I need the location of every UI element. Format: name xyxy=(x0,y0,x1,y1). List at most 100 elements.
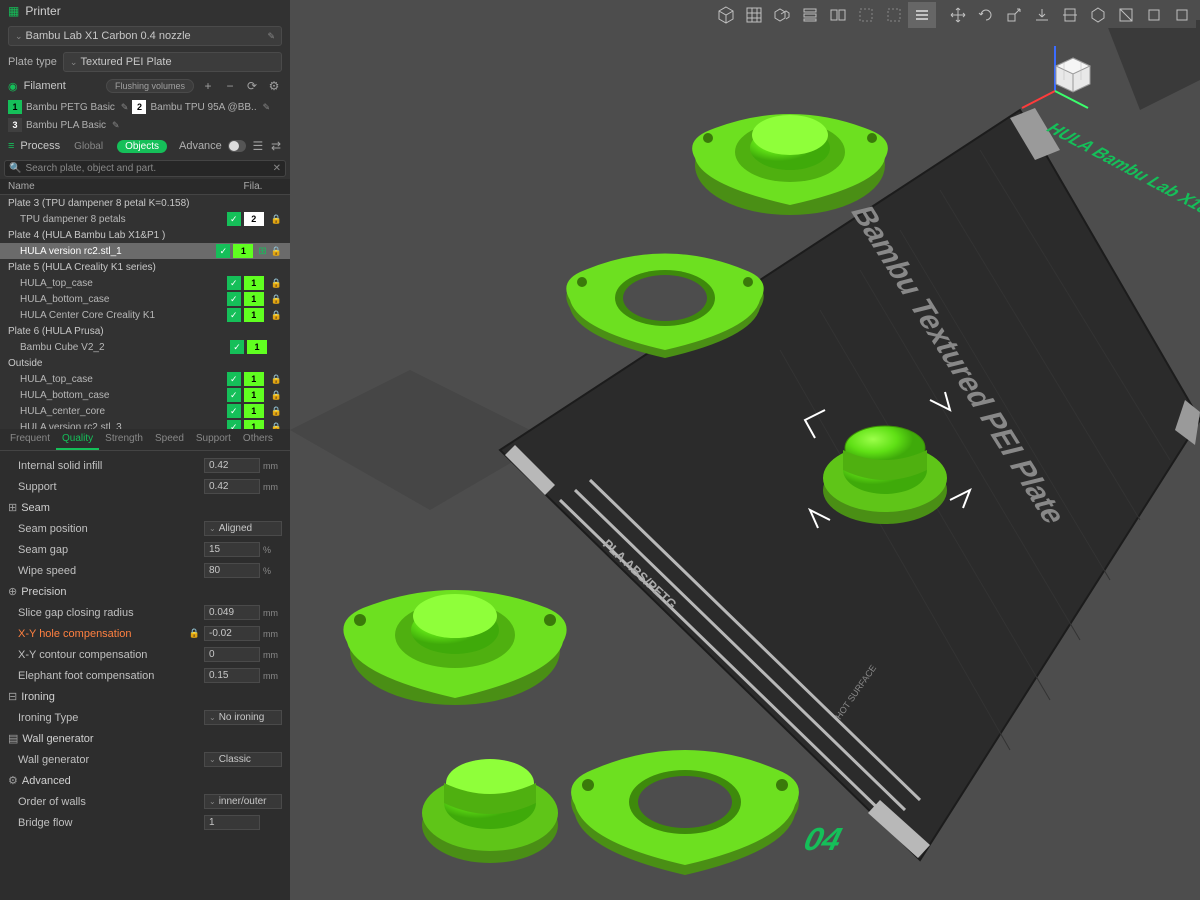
remove-filament-button[interactable]: − xyxy=(222,78,238,94)
support-input[interactable] xyxy=(204,479,260,494)
plate-type-dropdown[interactable]: ⌄Textured PEI Plate xyxy=(63,52,282,72)
cut-icon[interactable] xyxy=(1056,2,1084,28)
objects-chip[interactable]: Objects xyxy=(117,140,167,153)
tree-plate-row[interactable]: Plate 3 (TPU dampener 8 petal K=0.158) xyxy=(0,195,290,211)
lock-icon[interactable]: 🔒 xyxy=(271,278,282,289)
tab-strength[interactable]: Strength xyxy=(99,429,149,450)
sync-filament-button[interactable]: ⟳ xyxy=(244,78,260,94)
mesh-icon[interactable] xyxy=(1084,2,1112,28)
filament-badge[interactable]: 1 xyxy=(244,388,264,402)
filament-chip[interactable]: 1Bambu PETG Basic✎ xyxy=(8,100,128,114)
filament-badge[interactable]: 1 xyxy=(244,276,264,290)
model-top-case-1[interactable] xyxy=(692,114,888,215)
bridge-flow-input[interactable] xyxy=(204,815,260,830)
layers-icon[interactable] xyxy=(796,2,824,28)
tree-object-row[interactable]: TPU dampener 8 petals✓2🔒 xyxy=(0,211,290,227)
global-chip[interactable]: Global xyxy=(66,140,111,153)
lock-icon[interactable]: 🔒 xyxy=(271,374,282,385)
slice-gap-input[interactable] xyxy=(204,605,260,620)
tree-plate-row[interactable]: Plate 4 (HULA Bambu Lab X1&P1 ) xyxy=(0,227,290,243)
tree-plate-row[interactable]: Outside xyxy=(0,355,290,371)
scale-icon[interactable] xyxy=(1000,2,1028,28)
move-icon[interactable] xyxy=(944,2,972,28)
internal-solid-infill-input[interactable] xyxy=(204,458,260,473)
filament-swatch[interactable]: 2 xyxy=(132,100,146,114)
tab-others[interactable]: Others xyxy=(237,429,279,450)
visibility-checkbox[interactable]: ✓ xyxy=(216,244,230,258)
elephant-foot-input[interactable] xyxy=(204,668,260,683)
viewport-3d[interactable]: HULA Bambu Lab X1&P1 ✎ Bambu Textured PE… xyxy=(290,0,1200,900)
xy-hole-input[interactable] xyxy=(204,626,260,641)
add-filament-button[interactable]: + xyxy=(200,78,216,94)
view-icon-b[interactable] xyxy=(880,2,908,28)
view-icon-a[interactable] xyxy=(852,2,880,28)
visibility-checkbox[interactable]: ✓ xyxy=(230,340,244,354)
edit-icon[interactable]: ✎ xyxy=(112,120,120,131)
filament-badge[interactable]: 2 xyxy=(244,212,264,226)
filament-badge[interactable]: 1 xyxy=(244,404,264,418)
visibility-checkbox[interactable]: ✓ xyxy=(227,372,241,386)
advance-toggle[interactable] xyxy=(228,140,246,152)
lock-icon[interactable]: 🔒 xyxy=(271,310,282,321)
tree-object-row[interactable]: Bambu Cube V2_2✓1 xyxy=(0,339,290,355)
visibility-checkbox[interactable]: ✓ xyxy=(227,388,241,402)
tree-object-row[interactable]: HULA version rc2.stl_1✓1⊞🔒 xyxy=(0,243,290,259)
visibility-checkbox[interactable]: ✓ xyxy=(227,292,241,306)
tree-object-row[interactable]: HULA_top_case✓1🔒 xyxy=(0,371,290,387)
lock-icon[interactable]: 🔒 xyxy=(271,422,282,430)
wall-generator-select[interactable]: ⌄Classic xyxy=(204,752,282,767)
rotate-icon[interactable] xyxy=(972,2,1000,28)
tree-plate-row[interactable]: Plate 5 (HULA Creality K1 series) xyxy=(0,259,290,275)
visibility-checkbox[interactable]: ✓ xyxy=(227,212,241,226)
clear-icon[interactable]: ✕ xyxy=(273,163,281,174)
lock-icon[interactable]: 🔒 xyxy=(271,390,282,401)
wipe-speed-input[interactable] xyxy=(204,563,260,578)
filament-chip[interactable]: 2Bambu TPU 95A @BB..✎ xyxy=(132,100,270,114)
grid-icon[interactable] xyxy=(740,2,768,28)
filament-badge[interactable]: 1 xyxy=(247,340,267,354)
edit-icon[interactable]: ✎ xyxy=(263,102,271,113)
filament-badge[interactable]: 1 xyxy=(244,372,264,386)
tree-object-row[interactable]: HULA Center Core Creality K1✓1🔒 xyxy=(0,307,290,323)
filament-swatch[interactable]: 1 xyxy=(8,100,22,114)
text-icon[interactable] xyxy=(1168,2,1196,28)
tree-plate-row[interactable]: Plate 6 (HULA Prusa) xyxy=(0,323,290,339)
model-bottom-case-2[interactable] xyxy=(571,750,799,875)
tree-object-row[interactable]: HULA_bottom_case✓1🔒 xyxy=(0,387,290,403)
view-cube-icon[interactable] xyxy=(712,2,740,28)
ironing-type-select[interactable]: ⌄No ironing xyxy=(204,710,282,725)
compare-icon[interactable]: ⇄ xyxy=(270,138,282,154)
tab-speed[interactable]: Speed xyxy=(149,429,190,450)
filament-badge[interactable]: 1 xyxy=(244,420,264,429)
model-center-button-2[interactable] xyxy=(422,759,558,863)
orientation-gizmo[interactable] xyxy=(1010,36,1100,116)
filament-swatch[interactable]: 3 xyxy=(8,118,22,132)
visibility-checkbox[interactable]: ✓ xyxy=(227,420,241,429)
split-icon[interactable] xyxy=(824,2,852,28)
tab-frequent[interactable]: Frequent xyxy=(4,429,56,450)
tab-support[interactable]: Support xyxy=(190,429,237,450)
lock-icon[interactable]: 🔒 xyxy=(271,246,282,257)
lock-icon[interactable]: 🔒 xyxy=(271,214,282,225)
lock-icon[interactable]: 🔒 xyxy=(271,406,282,417)
list-view-icon[interactable]: ☰ xyxy=(252,138,264,154)
filament-badge[interactable]: 1 xyxy=(244,292,264,306)
filament-badge[interactable]: 1 xyxy=(233,244,253,258)
model-top-case-2[interactable] xyxy=(343,590,566,705)
edit-icon[interactable]: ✎ xyxy=(121,102,129,113)
visibility-checkbox[interactable]: ✓ xyxy=(227,276,241,290)
settings-icon[interactable]: ⚙ xyxy=(266,78,282,94)
visibility-checkbox[interactable]: ✓ xyxy=(227,308,241,322)
lines-icon[interactable] xyxy=(908,2,936,28)
xy-contour-input[interactable] xyxy=(204,647,260,662)
place-icon[interactable] xyxy=(1028,2,1056,28)
seam-position-select[interactable]: ⌄Aligned xyxy=(204,521,282,536)
build-plate-scene[interactable]: HULA Bambu Lab X1&P1 ✎ Bambu Textured PE… xyxy=(290,0,1200,900)
support-paint-icon[interactable] xyxy=(1112,2,1140,28)
tab-quality[interactable]: Quality xyxy=(56,429,99,450)
visibility-checkbox[interactable]: ✓ xyxy=(227,404,241,418)
tree-object-row[interactable]: HULA_top_case✓1🔒 xyxy=(0,275,290,291)
order-walls-select[interactable]: ⌄inner/outer xyxy=(204,794,282,809)
printer-preset-dropdown[interactable]: ⌄Bambu Lab X1 Carbon 0.4 nozzle ✎ xyxy=(8,26,282,46)
tree-object-row[interactable]: HULA version rc2.stl_3✓1🔒 xyxy=(0,419,290,429)
